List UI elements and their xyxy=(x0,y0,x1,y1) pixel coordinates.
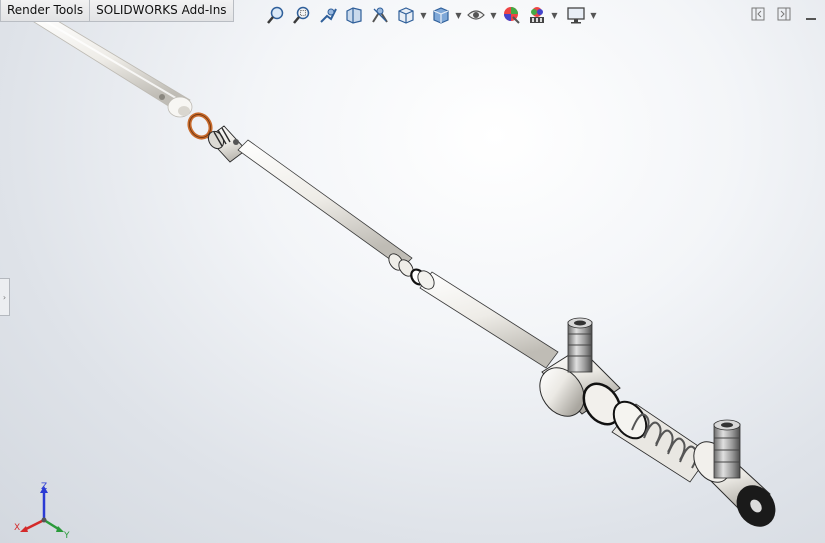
tab-render-tools[interactable]: Render Tools xyxy=(0,0,91,22)
display-style-icon xyxy=(433,7,449,24)
view-settings-icon xyxy=(567,7,585,24)
view-settings-button[interactable] xyxy=(563,3,589,27)
minimize-icon xyxy=(806,18,816,20)
section-view-icon xyxy=(346,7,362,24)
zoom-to-fit-icon xyxy=(267,6,284,24)
previous-view-icon xyxy=(320,8,337,23)
previous-view-button[interactable] xyxy=(315,3,341,27)
view-orientation-button[interactable] xyxy=(393,3,419,27)
dynamic-annotation-button[interactable] xyxy=(367,3,393,27)
zoom-to-area-button[interactable] xyxy=(289,3,315,27)
display-style-dropdown-icon[interactable]: ▼ xyxy=(454,11,463,20)
tile-right-button[interactable] xyxy=(776,6,792,22)
hose-barb-fitting-upper[interactable] xyxy=(567,317,593,373)
tile-left-icon xyxy=(751,7,765,21)
display-style-button[interactable] xyxy=(428,3,454,27)
triad-z-label: Z xyxy=(41,482,47,492)
command-manager-tabs: Render Tools SOLIDWORKS Add-Ins xyxy=(0,0,234,22)
edit-appearance-button[interactable] xyxy=(498,3,524,27)
hide-show-items-button[interactable] xyxy=(463,3,489,27)
lower-tube-part[interactable] xyxy=(415,268,559,369)
triad-x-arrow-icon xyxy=(20,526,28,532)
zoom-to-area-icon xyxy=(293,6,310,24)
tile-right-icon xyxy=(777,7,791,21)
apply-scene-button[interactable] xyxy=(524,3,550,27)
expand-arrow-icon: › xyxy=(2,292,7,302)
triad-x-label: X xyxy=(14,523,20,533)
section-view-button[interactable] xyxy=(341,3,367,27)
apply-scene-dropdown-icon[interactable]: ▼ xyxy=(550,11,559,20)
heads-up-view-toolbar: ▼ ▼ ▼ ▼ ▼ xyxy=(263,3,598,27)
reference-triad: X Y Z xyxy=(14,482,70,540)
tile-left-button[interactable] xyxy=(750,6,766,22)
tab-solidworks-add-ins[interactable]: SOLIDWORKS Add-Ins xyxy=(90,0,234,22)
minimize-button[interactable] xyxy=(803,6,819,22)
triad-y-label: Y xyxy=(63,531,70,540)
view-settings-dropdown-icon[interactable]: ▼ xyxy=(589,11,598,20)
view-orientation-dropdown-icon[interactable]: ▼ xyxy=(419,11,428,20)
zoom-to-fit-button[interactable] xyxy=(263,3,289,27)
graphics-viewport[interactable] xyxy=(0,0,825,543)
upper-rod-part[interactable] xyxy=(33,13,193,118)
spring-part[interactable] xyxy=(607,396,711,483)
apply-scene-icon xyxy=(530,7,544,23)
panel-expand-handle[interactable]: › xyxy=(0,278,10,316)
view-orientation-icon xyxy=(398,7,414,24)
hide-show-items-dropdown-icon[interactable]: ▼ xyxy=(489,11,498,20)
hide-show-items-icon xyxy=(467,10,485,20)
edit-appearance-icon xyxy=(504,7,520,24)
triad-x-axis xyxy=(23,518,45,532)
center-shaft-part[interactable] xyxy=(237,139,428,287)
dynamic-annotation-icon xyxy=(372,7,388,23)
hose-barb-fitting-lower[interactable] xyxy=(713,419,741,479)
